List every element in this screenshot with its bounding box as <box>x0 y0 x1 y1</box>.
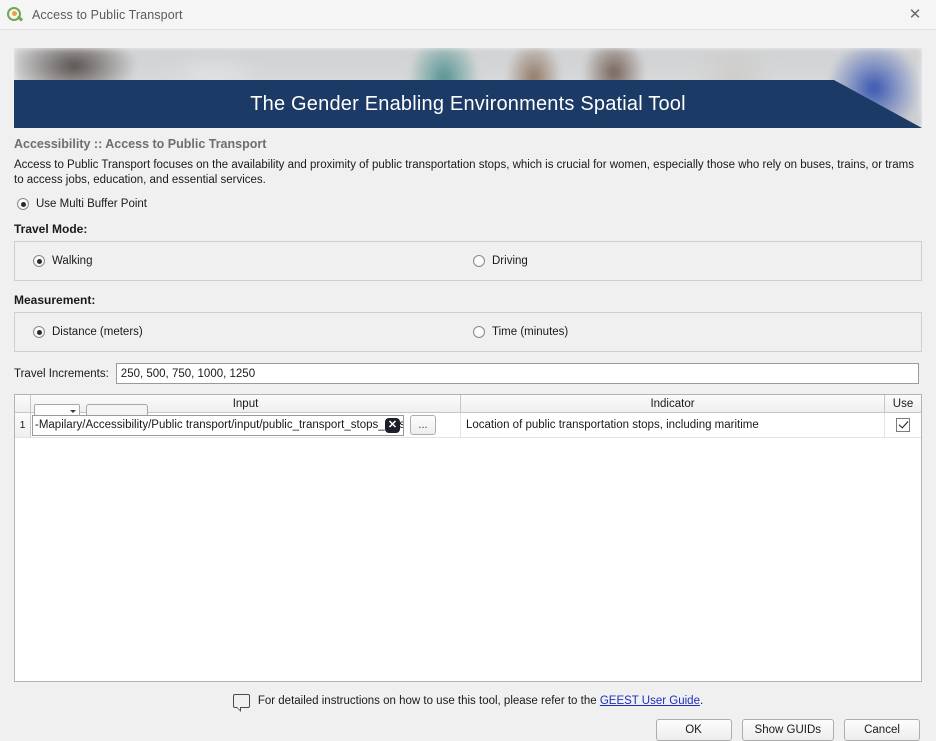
close-icon[interactable]: ✕ <box>894 0 936 29</box>
table-cell-use <box>885 413 921 437</box>
measurement-groupbox: Distance (meters) Time (minutes) <box>14 312 922 352</box>
radio-measurement-time[interactable]: Time (minutes) <box>473 326 568 338</box>
travel-mode-label: Travel Mode: <box>14 222 88 236</box>
radio-indicator-distance <box>33 326 45 338</box>
show-guids-button[interactable]: Show GUIDs <box>741 719 834 741</box>
radio-label-distance: Distance (meters) <box>52 326 143 338</box>
input-path-text: -Mapilary/Accessibility/Public transport… <box>35 419 404 431</box>
banner-band: The Gender Enabling Environments Spatial… <box>14 80 922 128</box>
measurement-label: Measurement: <box>14 293 96 307</box>
travel-increments-label: Travel Increments: <box>14 367 109 380</box>
radio-travel-mode-walking[interactable]: Walking <box>33 255 92 267</box>
radio-label-driving: Driving <box>492 255 528 267</box>
cancel-button[interactable]: Cancel <box>844 719 920 741</box>
table-header-indicator[interactable]: Indicator <box>461 395 885 412</box>
table-header-row: Input Indicator Use <box>15 395 921 413</box>
table-row: 1 -Mapilary/Accessibility/Public transpo… <box>15 404 921 438</box>
radio-label-walking: Walking <box>52 255 93 267</box>
footer-help-text-before: For detailed instructions on how to use … <box>257 695 600 707</box>
radio-label-time: Time (minutes) <box>492 326 569 338</box>
radio-travel-mode-driving[interactable]: Driving <box>473 255 528 267</box>
table-cell-input: -Mapilary/Accessibility/Public transport… <box>31 404 461 437</box>
geest-user-guide-link[interactable]: GEEST User Guide <box>600 695 700 707</box>
radio-measurement-distance[interactable]: Distance (meters) <box>33 326 143 338</box>
dialog-button-bar: OK Show GUIDs Cancel <box>14 719 922 741</box>
travel-mode-groupbox: Walking Driving <box>14 241 922 281</box>
clear-input-icon[interactable]: ✕ <box>385 417 400 433</box>
radio-label-multi-buffer: Use Multi Buffer Point <box>36 198 148 210</box>
qgis-logo-icon <box>6 6 24 24</box>
window-title: Access to Public Transport <box>32 7 183 22</box>
banner: The Gender Enabling Environments Spatial… <box>14 48 922 128</box>
radio-use-multi-buffer-point[interactable]: Use Multi Buffer Point <box>17 198 922 210</box>
table-header-corner <box>15 395 31 412</box>
footer-help-text: For detailed instructions on how to use … <box>258 695 703 707</box>
travel-increments-row: Travel Increments: <box>14 363 922 384</box>
page-description: Access to Public Transport focuses on th… <box>14 159 914 186</box>
window-titlebar: Access to Public Transport ✕ <box>0 0 936 30</box>
table-header-use[interactable]: Use <box>885 395 921 412</box>
footer-help-text-after: . <box>699 695 704 707</box>
radio-indicator-driving <box>473 255 485 267</box>
table-row-number: 1 <box>15 413 31 437</box>
inputs-table: Input Indicator Use 1 -Mapilary/Accessib… <box>14 394 922 682</box>
radio-indicator-multi-buffer <box>17 198 29 210</box>
table-cell-indicator: Location of public transportation stops,… <box>461 413 885 437</box>
use-checkbox[interactable] <box>896 418 910 432</box>
speech-bubble-icon <box>232 694 250 712</box>
page-title: Accessibility :: Access to Public Transp… <box>14 137 267 151</box>
input-path-field[interactable]: -Mapilary/Accessibility/Public transport… <box>32 414 404 436</box>
ok-button[interactable]: OK <box>655 719 732 741</box>
banner-title: The Gender Enabling Environments Spatial… <box>250 92 686 115</box>
browse-file-button[interactable]: ... <box>410 415 436 435</box>
radio-indicator-time <box>473 326 485 338</box>
dialog-content: The Gender Enabling Environments Spatial… <box>0 30 936 741</box>
table-header-input[interactable]: Input <box>31 395 461 412</box>
travel-increments-input[interactable] <box>115 363 919 384</box>
radio-indicator-walking <box>33 255 45 267</box>
footer-help-row: For detailed instructions on how to use … <box>14 694 922 712</box>
